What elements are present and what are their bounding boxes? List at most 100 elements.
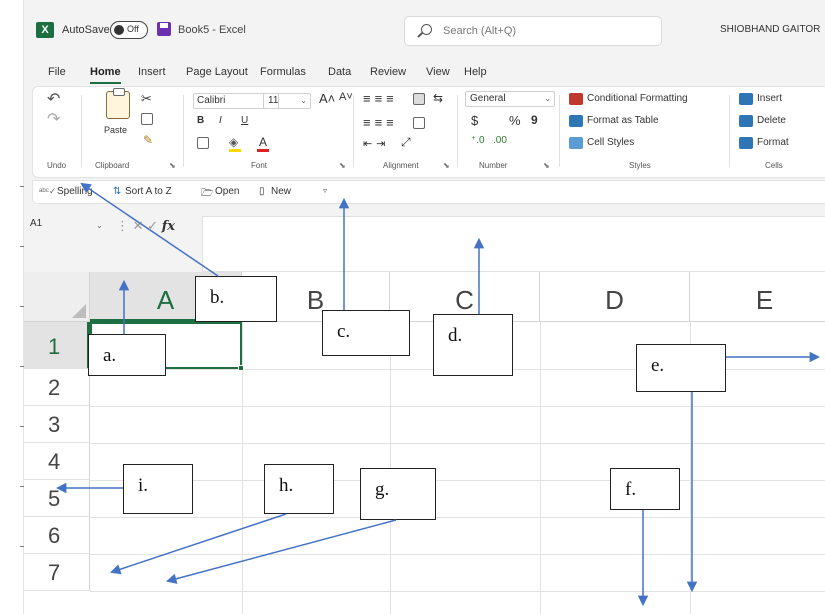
qat-spelling-button[interactable]: Spelling	[57, 186, 93, 197]
alignment-launcher-icon[interactable]: ⬊	[443, 161, 450, 170]
currency-button[interactable]: $	[471, 113, 478, 128]
row-header-3[interactable]: 3	[24, 406, 90, 443]
qat-sort-button[interactable]: Sort A to Z	[125, 186, 172, 197]
row-header-7[interactable]: 7	[24, 554, 90, 591]
search-placeholder: Search (Alt+Q)	[443, 25, 517, 37]
fill-handle[interactable]	[238, 365, 244, 371]
conditional-formatting-button[interactable]: Conditional Formatting	[587, 93, 688, 104]
chevron-down-icon[interactable]: ⌄	[96, 221, 103, 230]
save-icon[interactable]	[157, 22, 171, 36]
paste-button[interactable]: Paste	[104, 125, 127, 135]
indent-icons[interactable]: ⇤⇥	[363, 137, 389, 150]
cell-styles-icon	[569, 137, 583, 149]
row-header-4[interactable]: 4	[24, 443, 90, 480]
callout-d: d.	[433, 314, 513, 376]
callout-f: f.	[610, 468, 680, 510]
increase-decimal-icon[interactable]: ⁺.0	[471, 135, 485, 146]
cut-icon[interactable]: ✂	[141, 91, 152, 107]
column-header-e[interactable]: E	[690, 272, 825, 322]
comma-button[interactable]: 9	[531, 113, 538, 127]
column-header-d[interactable]: D	[540, 272, 690, 322]
formula-input[interactable]	[202, 216, 825, 272]
paste-icon[interactable]	[106, 88, 130, 119]
tab-file[interactable]: File	[48, 66, 66, 78]
row-header-5[interactable]: 5	[24, 480, 90, 517]
format-painter-icon[interactable]: ✎	[143, 133, 153, 147]
tab-page-layout[interactable]: Page Layout	[186, 66, 248, 78]
fill-color-icon[interactable]: ◈	[229, 135, 238, 149]
font-launcher-icon[interactable]: ⬊	[339, 161, 346, 170]
decrease-decimal-icon[interactable]: .00	[493, 135, 507, 146]
search-icon	[421, 24, 432, 35]
tab-help[interactable]: Help	[464, 66, 487, 78]
row-header-1[interactable]: 1	[24, 322, 90, 369]
vertical-align-icons[interactable]: ≡≡≡	[363, 91, 398, 106]
tab-formulas[interactable]: Formulas	[260, 66, 306, 78]
worksheet-grid: A B C D E 1 2 3 4 5 6 7	[24, 272, 825, 614]
merge-center-icon[interactable]	[413, 117, 425, 129]
sort-icon: ⇅	[113, 186, 122, 197]
chevron-down-icon: ⌄	[544, 94, 551, 103]
horizontal-align-icons[interactable]: ≡≡≡	[363, 115, 398, 130]
conditional-formatting-icon	[569, 93, 583, 105]
number-format-select[interactable]: General ⌄	[465, 91, 555, 107]
tab-view[interactable]: View	[426, 66, 450, 78]
document-title: Book5 - Excel	[178, 24, 246, 36]
middle-align-icon[interactable]	[413, 93, 425, 105]
undo-icon[interactable]: ↶	[47, 89, 60, 109]
grow-font-button[interactable]: A˄	[319, 91, 335, 106]
autosave-label: AutoSave	[62, 24, 110, 36]
format-cells-button[interactable]: Format	[757, 137, 789, 148]
excel-window: X AutoSave Off Book5 - Excel Search (Alt…	[24, 0, 825, 614]
shrink-font-button[interactable]: A˅	[339, 91, 353, 103]
qat-new-button[interactable]: New	[271, 186, 291, 197]
quick-access-toolbar: ᵃᵇᶜ✓ Spelling ⇅ Sort A to Z 🗁 Open ▯ New…	[32, 180, 825, 204]
row-header-2[interactable]: 2	[24, 369, 90, 406]
delete-cells-button[interactable]: Delete	[757, 115, 786, 126]
number-launcher-icon[interactable]: ⬊	[543, 161, 550, 170]
select-all-button[interactable]	[24, 272, 90, 322]
insert-function-button[interactable]: fx	[162, 219, 175, 234]
user-name[interactable]: SHIOBHAND GAITOR	[720, 24, 820, 35]
redo-icon[interactable]: ↷	[47, 109, 60, 129]
borders-icon[interactable]	[197, 137, 209, 149]
callout-c: c.	[322, 310, 410, 356]
underline-button[interactable]: U	[241, 115, 248, 126]
enter-icon[interactable]: ✓	[147, 218, 158, 233]
qat-open-button[interactable]: Open	[215, 186, 239, 197]
orientation-icon[interactable]: ⤢	[401, 135, 411, 150]
autosave-toggle[interactable]: Off	[110, 21, 148, 39]
font-size-select[interactable]: 11 ⌄	[263, 93, 311, 109]
search-box[interactable]: Search (Alt+Q)	[404, 16, 662, 46]
number-format-value: General	[470, 93, 506, 104]
clipboard-launcher-icon[interactable]: ⬊	[169, 161, 176, 170]
screenshot-frame: X AutoSave Off Book5 - Excel Search (Alt…	[0, 0, 825, 614]
customize-qat-icon[interactable]: ▿	[323, 186, 327, 195]
chevron-down-icon: ⌄	[300, 96, 307, 105]
italic-button[interactable]: I	[219, 115, 222, 126]
copy-icon[interactable]	[141, 113, 153, 125]
tab-home[interactable]: Home	[90, 66, 121, 84]
folder-open-icon: 🗁	[201, 188, 214, 199]
cell-styles-button[interactable]: Cell Styles	[587, 137, 634, 148]
row-header-6[interactable]: 6	[24, 517, 90, 554]
name-box-value: A1	[30, 218, 43, 229]
bold-button[interactable]: B	[197, 115, 204, 126]
format-as-table-button[interactable]: Format as Table	[587, 115, 659, 126]
insert-cells-button[interactable]: Insert	[757, 93, 782, 104]
callout-i: i.	[123, 464, 193, 514]
tab-insert[interactable]: Insert	[138, 66, 166, 78]
tab-review[interactable]: Review	[370, 66, 406, 78]
wrap-text-icon[interactable]: ⇆	[433, 91, 443, 105]
format-table-icon	[569, 115, 583, 127]
title-bar: X AutoSave Off Book5 - Excel Search (Alt…	[24, 0, 825, 62]
tab-data[interactable]: Data	[328, 66, 351, 78]
insert-cells-icon	[739, 93, 753, 105]
font-color-button[interactable]: A	[259, 135, 267, 149]
format-cells-icon	[739, 137, 753, 149]
percent-button[interactable]: %	[509, 113, 521, 128]
clipboard-group-label: Clipboard	[95, 161, 130, 170]
font-size-value: 11	[268, 95, 279, 106]
cancel-icon[interactable]: ✕	[133, 218, 144, 233]
ribbon-tabs: File Home Insert Page Layout Formulas Da…	[24, 62, 825, 86]
